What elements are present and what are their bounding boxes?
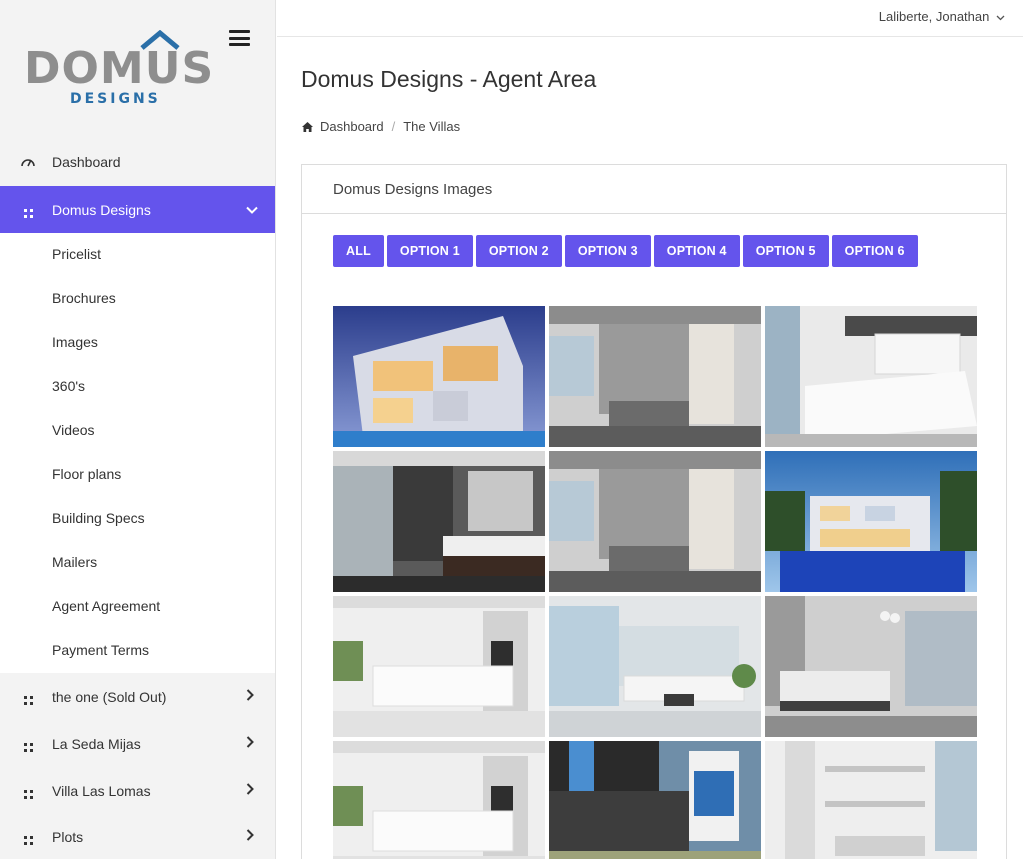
- gallery-image[interactable]: [549, 596, 761, 737]
- filter-buttons: ALL OPTION 1 OPTION 2 OPTION 3 OPTION 4 …: [333, 235, 918, 267]
- chevron-down-icon: [996, 15, 1005, 21]
- menu-toggle-icon[interactable]: [229, 30, 250, 46]
- gallery-image[interactable]: [549, 741, 761, 859]
- grid-icon: [20, 828, 36, 845]
- villa-exterior-dusk-photo: [333, 306, 545, 447]
- gallery-image[interactable]: [765, 741, 977, 859]
- chevron-right-icon: [246, 736, 254, 751]
- gallery-image[interactable]: [765, 306, 977, 447]
- sidebar-item-label: Plots: [52, 828, 84, 845]
- logo-area: DOMUS DESIGNS: [0, 0, 275, 130]
- sidebar: DOMUS DESIGNS Dashboard Domus Designs Pr…: [0, 0, 276, 859]
- user-menu[interactable]: Laliberte, Jonathan: [879, 9, 1005, 24]
- page-title: Domus Designs - Agent Area: [301, 66, 597, 92]
- white-kitchen-photo-2: [333, 741, 545, 859]
- filter-option-4-button[interactable]: OPTION 4: [653, 235, 740, 267]
- submenu-item-brochures[interactable]: Brochures: [52, 290, 116, 306]
- sidebar-item-dashboard[interactable]: Dashboard: [0, 139, 275, 185]
- dark-bathroom-photo: [333, 451, 545, 592]
- sidebar-item-la-seda-mijas[interactable]: La Seda Mijas: [0, 720, 275, 767]
- gallery-image[interactable]: [549, 306, 761, 447]
- white-kitchen-photo: [333, 596, 545, 737]
- living-room-photo: [549, 596, 761, 737]
- sidebar-item-the-one[interactable]: the one (Sold Out): [0, 673, 275, 720]
- logo-wordmark: DOMUS: [24, 43, 215, 94]
- filter-option-6-button[interactable]: OPTION 6: [831, 235, 918, 267]
- chevron-right-icon: [246, 829, 254, 844]
- submenu-item-pricelist[interactable]: Pricelist: [52, 246, 101, 262]
- speedometer-icon: [20, 155, 36, 170]
- domus-logo[interactable]: DOMUS DESIGNS: [24, 28, 214, 108]
- grid-icon: [20, 688, 36, 705]
- home-icon: [302, 121, 313, 132]
- double-height-interior-photo: [765, 741, 977, 859]
- submenu-item-360s[interactable]: 360's: [52, 378, 85, 394]
- white-bedroom-photo: [765, 306, 977, 447]
- gallery-image[interactable]: [333, 306, 545, 447]
- submenu-item-payment-terms[interactable]: Payment Terms: [52, 642, 149, 658]
- gallery-image[interactable]: [333, 596, 545, 737]
- filter-option-2-button[interactable]: OPTION 2: [475, 235, 562, 267]
- sidebar-item-villa-las-lomas[interactable]: Villa Las Lomas: [0, 767, 275, 814]
- grid-icon: [20, 735, 36, 752]
- submenu-domus-designs: Pricelist Brochures Images 360's Videos …: [0, 233, 275, 673]
- gallery-image[interactable]: [765, 596, 977, 737]
- chevron-down-icon: [246, 202, 258, 217]
- sidebar-item-label: Dashboard: [52, 154, 121, 170]
- sidebar-item-label: the one (Sold Out): [52, 688, 167, 705]
- panel-title: Domus Designs Images: [302, 165, 1006, 214]
- submenu-item-agent-agreement[interactable]: Agent Agreement: [52, 598, 160, 614]
- submenu-item-floor-plans[interactable]: Floor plans: [52, 466, 121, 482]
- breadcrumb: Dashboard / The Villas: [301, 119, 460, 134]
- sidebar-item-label: Villa Las Lomas: [52, 782, 151, 799]
- filter-option-1-button[interactable]: OPTION 1: [386, 235, 473, 267]
- user-name: Laliberte, Jonathan: [878, 9, 990, 24]
- submenu-item-images[interactable]: Images: [52, 334, 98, 350]
- villa-pool-night-photo: [765, 451, 977, 592]
- gallery-image[interactable]: [333, 451, 545, 592]
- breadcrumb-dashboard-link[interactable]: Dashboard: [320, 119, 384, 134]
- breadcrumb-current: The Villas: [403, 119, 461, 134]
- sidebar-item-domus-designs[interactable]: Domus Designs: [0, 186, 275, 233]
- images-panel: Domus Designs Images ALL OPTION 1 OPTION…: [301, 164, 1007, 859]
- chevron-right-icon: [246, 783, 254, 798]
- chevron-right-icon: [246, 689, 254, 704]
- filter-all-button[interactable]: ALL: [333, 235, 384, 267]
- gallery-image[interactable]: [549, 451, 761, 592]
- grey-bedroom-photo: [765, 596, 977, 737]
- grid-icon: [20, 201, 36, 218]
- sidebar-item-label: La Seda Mijas: [52, 735, 141, 752]
- villa-facade-photo: [549, 741, 761, 859]
- filter-option-5-button[interactable]: OPTION 5: [742, 235, 829, 267]
- submenu-item-mailers[interactable]: Mailers: [52, 554, 97, 570]
- image-gallery: [333, 306, 977, 859]
- grid-icon: [20, 782, 36, 799]
- submenu-item-videos[interactable]: Videos: [52, 422, 95, 438]
- stone-bathroom-photo-2: [549, 451, 761, 592]
- filter-option-3-button[interactable]: OPTION 3: [564, 235, 651, 267]
- gallery-image[interactable]: [765, 451, 977, 592]
- sidebar-item-label: Domus Designs: [52, 201, 151, 218]
- sidebar-item-plots[interactable]: Plots: [0, 814, 275, 859]
- gallery-image[interactable]: [333, 741, 545, 859]
- submenu-item-building-specs[interactable]: Building Specs: [52, 510, 145, 526]
- top-bar: Laliberte, Jonathan: [277, 0, 1023, 37]
- stone-bathroom-photo: [549, 306, 761, 447]
- logo-subtitle: DESIGNS: [70, 91, 161, 107]
- breadcrumb-separator: /: [391, 119, 396, 134]
